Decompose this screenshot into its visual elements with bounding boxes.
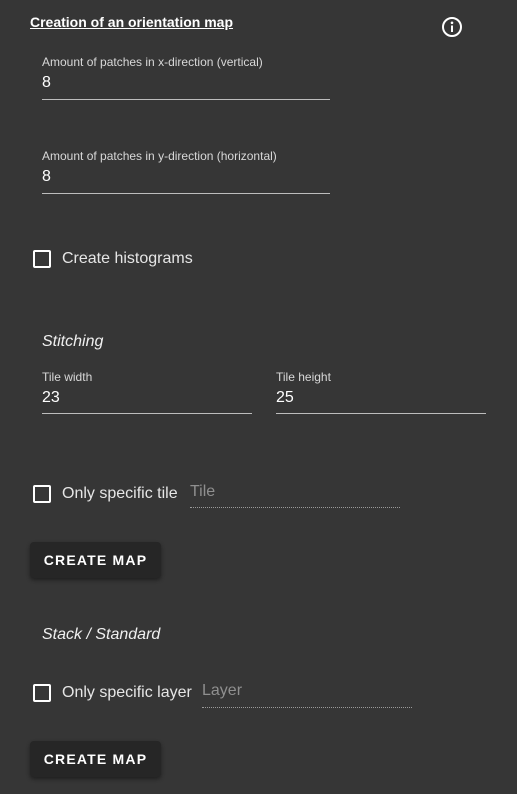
stack-section-title: Stack / Standard: [42, 626, 161, 643]
only-specific-tile-checkbox[interactable]: [33, 485, 51, 503]
tile-height-input[interactable]: 25: [276, 389, 294, 407]
tile-input[interactable]: Tile: [190, 483, 215, 501]
layer-input-underline: [202, 707, 412, 708]
only-specific-tile-label[interactable]: Only specific tile: [62, 485, 178, 503]
patches-y-input[interactable]: 8: [42, 168, 51, 186]
patches-x-label: Amount of patches in x-direction (vertic…: [42, 55, 263, 69]
tile-input-underline: [190, 507, 400, 508]
info-icon[interactable]: [441, 16, 463, 38]
tile-width-underline: [42, 413, 252, 414]
only-specific-layer-label[interactable]: Only specific layer: [62, 684, 192, 702]
only-specific-layer-checkbox[interactable]: [33, 684, 51, 702]
patches-y-label: Amount of patches in y-direction (horizo…: [42, 149, 277, 163]
info-icon-graphic: [442, 17, 462, 37]
create-histograms-checkbox[interactable]: [33, 250, 51, 268]
tile-width-input[interactable]: 23: [42, 389, 60, 407]
patches-x-input[interactable]: 8: [42, 74, 51, 92]
tile-height-underline: [276, 413, 486, 414]
stack-create-map-button[interactable]: CREATE MAP: [30, 741, 161, 777]
layer-input[interactable]: Layer: [202, 682, 242, 700]
create-histograms-label[interactable]: Create histograms: [62, 250, 193, 268]
patches-y-underline: [42, 193, 330, 194]
panel-title: Creation of an orientation map: [30, 14, 234, 30]
patches-x-underline: [42, 99, 330, 100]
tile-height-label: Tile height: [276, 370, 331, 384]
stitching-section-title: Stitching: [42, 333, 104, 350]
stitching-create-map-button[interactable]: CREATE MAP: [30, 542, 161, 578]
tile-width-label: Tile width: [42, 370, 93, 384]
orientation-map-panel: Creation of an orientation map Amount of…: [0, 0, 517, 794]
